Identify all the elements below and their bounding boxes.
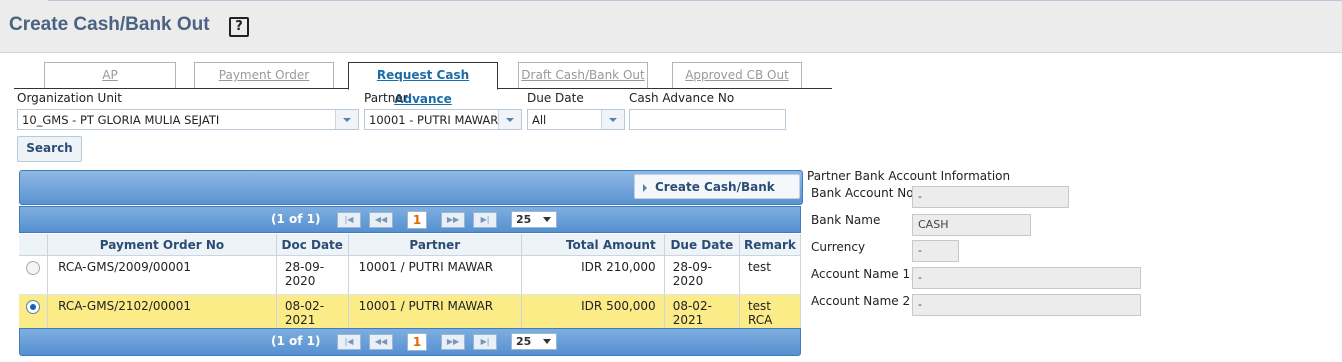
page-size-select[interactable]: 25 [511,211,557,228]
bank-account-no-label: Bank Account No [811,186,914,200]
partner-select[interactable]: 10001 - PUTRI MAWAR [364,109,522,130]
org-unit-select[interactable]: 10_GMS - PT GLORIA MULIA SEJATI [17,109,359,130]
due-date-cell: 28-09-2020 [664,255,740,295]
column-header-doc-date[interactable]: Doc Date [276,234,349,256]
cash-advance-no-input[interactable] [629,109,786,130]
column-header-total-amount[interactable]: Total Amount [521,234,665,256]
bank-name-label: Bank Name [811,213,881,227]
partner-cell: 10001 / PUTRI MAWAR [348,255,522,295]
page-number[interactable]: 1 [407,211,427,229]
first-page-icon[interactable]: |◀ [337,212,361,228]
search-button[interactable]: Search [17,136,82,162]
bank-name-field: CASH [912,214,1031,236]
last-page-icon[interactable]: ▶| [473,212,497,228]
pager-bottom: (1 of 1) |◀ ◀◀ 1 ▶▶ ▶| 25 [19,328,801,356]
due-date-select[interactable]: All [527,109,625,130]
account-name-2-label: Account Name 2 [811,294,911,308]
tab-draft-cash-bank-out[interactable]: Draft Cash/Bank Out [518,62,648,88]
account-name-1-label: Account Name 1 [811,267,911,281]
next-page-icon[interactable]: ▶▶ [441,212,465,228]
cash-advance-no-label: Cash Advance No [629,91,735,105]
next-page-icon[interactable]: ▶▶ [441,334,465,350]
page-title: Create Cash/Bank Out [9,14,210,35]
payment-order-no-cell: RCA-GMS/2009/00001 [47,255,277,295]
tab-payment-order[interactable]: Payment Order [194,62,334,88]
page-status: (1 of 1) [271,212,321,226]
org-unit-label: Organization Unit [17,91,122,105]
pager-top: (1 of 1) |◀ ◀◀ 1 ▶▶ ▶| 25 [19,206,801,233]
doc-date-cell: 28-09-2020 [276,255,349,295]
org-unit-value: 10_GMS - PT GLORIA MULIA SEJATI [22,113,220,127]
currency-label: Currency [811,240,866,254]
table-row[interactable]: RCA-GMS/2009/00001 28-09-2020 10001 / PU… [19,255,802,295]
payment-order-table: Payment Order No Doc Date Partner Total … [19,234,802,334]
tab-ap[interactable]: AP [44,62,176,88]
column-header-payment-order-no[interactable]: Payment Order No [47,234,277,256]
account-name-2-field: - [912,294,1141,316]
page-status: (1 of 1) [271,334,321,348]
remark-cell: test [739,255,802,295]
create-cash-bank-out-button[interactable]: Create Cash/Bank Out [634,174,800,219]
arrow-right-icon [643,183,647,192]
partner-value: 10001 - PUTRI MAWAR [369,113,499,127]
page-number[interactable]: 1 [407,333,427,351]
prev-page-icon[interactable]: ◀◀ [369,334,393,350]
tab-bar: AP Payment Order Request Cash Advance Dr… [14,62,832,106]
chevron-down-icon[interactable] [335,110,358,129]
first-page-icon[interactable]: |◀ [337,334,361,350]
tab-request-cash-advance[interactable]: Request Cash Advance [348,62,498,106]
currency-field: - [912,240,959,262]
row-radio-selected[interactable] [26,300,41,314]
prev-page-icon[interactable]: ◀◀ [369,212,393,228]
due-date-label: Due Date [527,91,584,105]
account-name-1-field: - [912,267,1141,289]
bank-info-title: Partner Bank Account Information [807,169,1011,183]
page-size-select[interactable]: 25 [511,333,557,350]
bank-account-no-field: - [912,186,1069,208]
column-header-due-date[interactable]: Due Date [664,234,740,256]
due-date-value: All [532,113,547,127]
chevron-down-icon[interactable] [601,110,624,129]
grid-toolbar: Create Cash/Bank Out [19,170,803,219]
partner-label: Partner [364,91,408,105]
tab-approved-cb-out[interactable]: Approved CB Out [672,62,802,88]
chevron-down-icon[interactable] [498,110,521,129]
total-amount-cell: IDR 210,000 [521,255,665,295]
last-page-icon[interactable]: ▶| [473,334,497,350]
row-select-cell[interactable] [19,255,49,295]
select-column-header [19,234,49,256]
table-header-row: Payment Order No Doc Date Partner Total … [19,234,802,256]
column-header-partner[interactable]: Partner [348,234,522,256]
help-icon[interactable]: ? [229,17,249,37]
row-radio[interactable] [26,261,41,275]
header-divider [48,0,1342,1]
column-header-remark[interactable]: Remark [739,234,802,256]
page-header: Create Cash/Bank Out ? [0,0,1342,53]
